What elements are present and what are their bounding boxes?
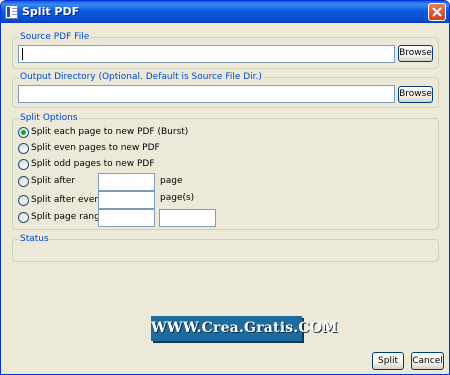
status-label: Status [19,233,50,245]
page-range-to-input[interactable] [159,209,216,227]
cancel-button[interactable]: Cancel [411,352,444,370]
close-icon [432,7,442,17]
source-pdf-label: Source PDF File [19,31,91,43]
split-options-label: Split Options [19,112,79,124]
output-browse-button[interactable]: Browse [398,86,433,103]
title-bar[interactable]: Split PDF [1,1,449,23]
radio-even[interactable]: Split even pages to new PDF [18,142,178,156]
watermark-banner: WWW.Crea.Gratis.COM [151,316,338,341]
split-button[interactable]: Split [372,352,404,370]
split-after-unit: page [160,176,183,186]
radio-button[interactable] [18,159,29,170]
radio-button[interactable] [18,176,29,187]
split-every-input[interactable] [98,191,155,209]
split-every-unit: page(s) [160,193,195,203]
radio-even-label: Split even pages to new PDF [31,143,160,153]
app-icon [5,5,18,19]
split-after-input[interactable] [98,173,155,191]
status-group: Status [12,233,439,262]
radio-burst-label: Split each page to new PDF (Burst) [31,127,189,137]
radio-split-after-label: Split after [31,176,76,186]
radio-button[interactable] [18,127,29,138]
text-caret [22,48,23,60]
radio-page-range-label: Split page range [31,212,106,222]
radio-button[interactable] [18,212,29,223]
radio-split-every-label: Split after every [31,195,104,205]
output-dir-label: Output Directory (Optional. Default is S… [19,71,263,83]
source-browse-button[interactable]: Browse [398,45,433,62]
radio-split-every[interactable]: Split after every [18,194,103,208]
radio-odd-label: Split odd pages to new PDF [31,159,155,169]
radio-split-after[interactable]: Split after [18,175,98,189]
output-dir-input[interactable] [18,85,395,103]
radio-burst[interactable]: Split each page to new PDF (Burst) [18,126,188,140]
window-title: Split PDF [22,5,80,18]
source-pdf-input[interactable] [18,45,395,63]
close-button[interactable] [428,3,446,21]
split-pdf-window: Split PDF Source PDF File Browse Output … [0,0,450,375]
page-range-from-input[interactable] [98,209,155,227]
radio-button[interactable] [18,143,29,154]
radio-odd[interactable]: Split odd pages to new PDF [18,158,178,172]
radio-button[interactable] [18,195,29,206]
radio-page-range[interactable]: Split page range [18,211,105,225]
